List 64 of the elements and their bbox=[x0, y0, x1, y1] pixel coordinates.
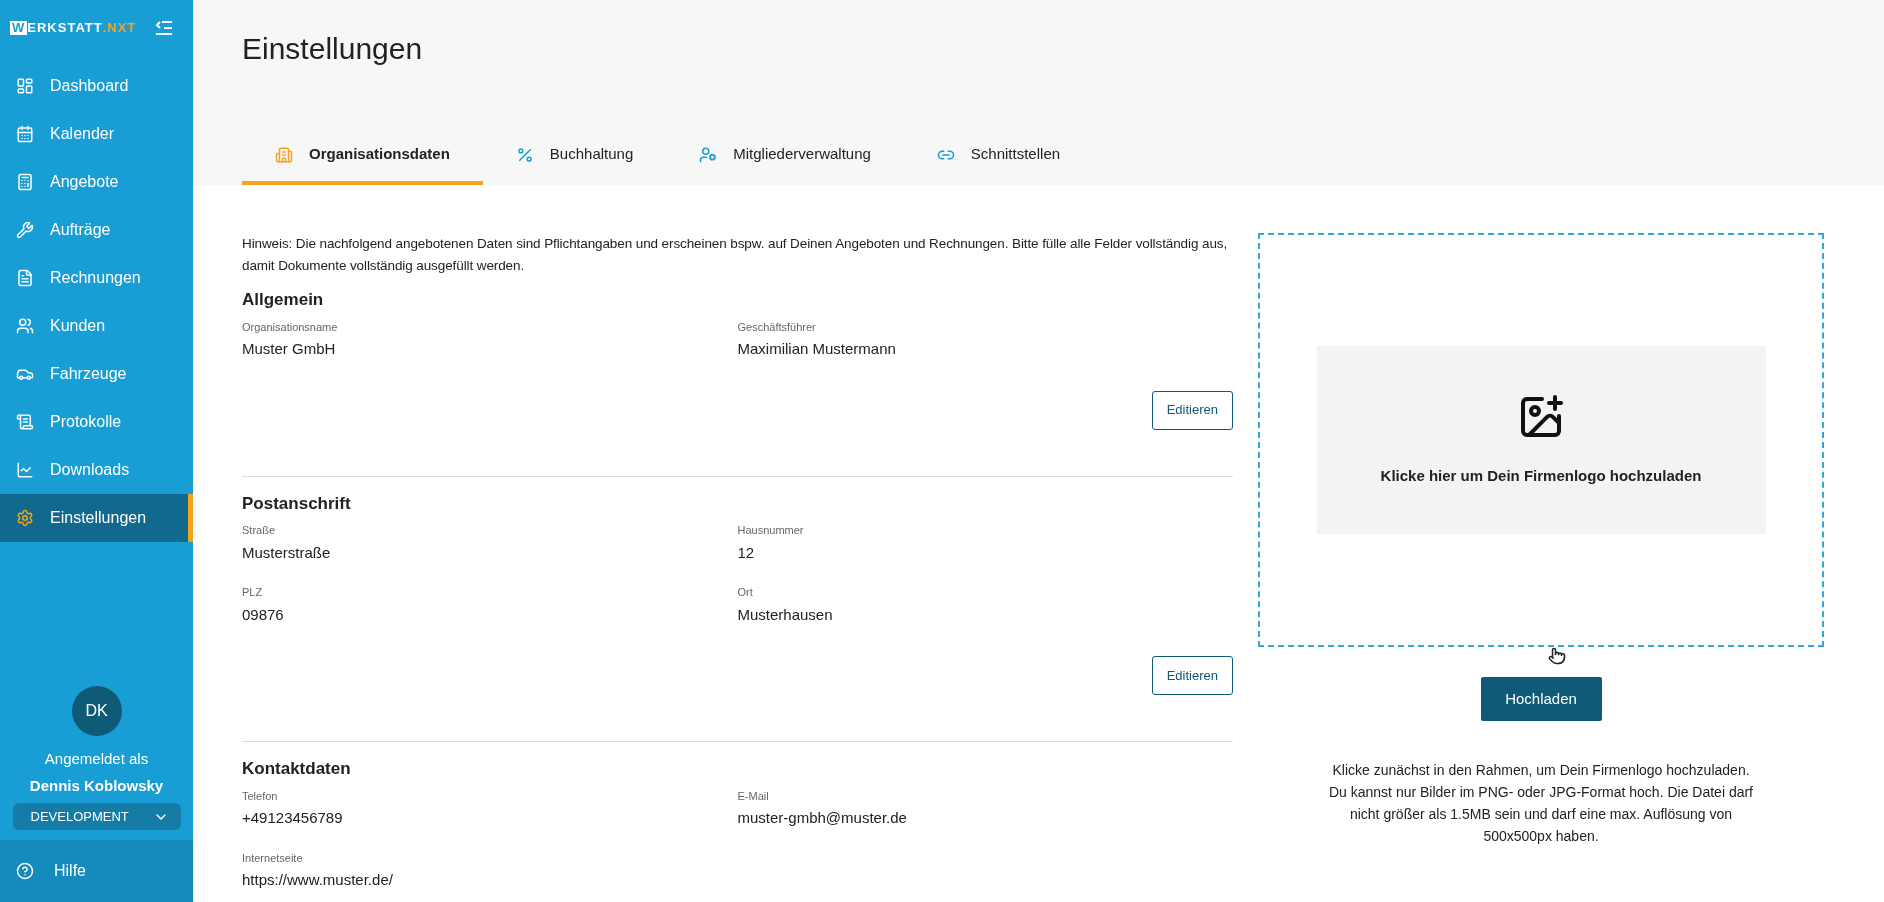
settings-icon bbox=[16, 509, 34, 527]
sidebar-item[interactable]: Fahrzeuge bbox=[0, 350, 193, 398]
tab[interactable]: Organisationsdaten bbox=[242, 128, 483, 185]
sidebar-item[interactable]: Dashboard bbox=[0, 62, 193, 110]
field-value: 12 bbox=[737, 542, 756, 563]
scroll-icon bbox=[16, 413, 34, 431]
upload-info-text: Klicke zunächst in den Rahmen, um Dein Firmenlogo hochzuladen. Du kannst nur Bilder im PNG- oder JPG-Format hoch. Die Datei darf nicht größer als 1.5MB sein und darf eine max. Auflösung von 500x500px haben. bbox=[1327, 761, 1754, 846]
field-label: Straße bbox=[242, 523, 276, 538]
field-value: +49123456789 bbox=[242, 808, 344, 828]
field-value: Maximilian Mustermann bbox=[737, 339, 897, 359]
dashboard-icon bbox=[16, 77, 34, 95]
sidebar-item[interactable]: Kalender bbox=[0, 110, 193, 158]
user-gear-icon bbox=[699, 145, 718, 164]
tab[interactable]: Mitgliederverwaltung bbox=[666, 128, 904, 185]
field-value: Musterstraße bbox=[242, 542, 332, 563]
sidebar-item[interactable]: Einstellungen bbox=[0, 494, 193, 542]
field-label: E-Mail bbox=[737, 788, 770, 804]
wrench-icon bbox=[16, 221, 34, 239]
collapse-menu-icon[interactable] bbox=[155, 20, 173, 36]
edit-button[interactable]: Editieren bbox=[1151, 656, 1233, 695]
field-label: Geschäftsführer bbox=[737, 319, 817, 335]
field-value: muster-gmbh@muster.de bbox=[737, 808, 908, 828]
users-icon bbox=[16, 317, 34, 335]
sidebar-item[interactable]: Rechnungen bbox=[0, 254, 193, 302]
calendar-icon bbox=[16, 125, 34, 143]
sidebar-item[interactable]: Angebote bbox=[0, 158, 193, 206]
field-label: Hausnummer bbox=[737, 523, 805, 538]
line-chart-icon bbox=[16, 461, 34, 479]
field-value: 09876 bbox=[242, 604, 285, 625]
tab[interactable]: Buchhaltung bbox=[482, 128, 667, 185]
hand-cursor-icon bbox=[1548, 647, 1566, 665]
field-label: PLZ bbox=[242, 585, 264, 600]
section-title: Postanschrift bbox=[242, 492, 352, 515]
notice-text: Hinweis: Die nachfolgend angebotenen Daten sind Pflichtangaben und erscheinen bspw. auf Deinen Angeboten und Rechnungen. Bitte fülle alle Felder vollständig aus, damit Dokumente vollständig ausgefüllt werden. bbox=[242, 235, 1229, 275]
field-label: Organisationsname bbox=[242, 319, 339, 335]
upload-button[interactable]: Hochladen bbox=[1480, 677, 1602, 721]
section-title: Kontaktdaten bbox=[242, 758, 352, 780]
page-title: Einstellungen bbox=[242, 31, 424, 67]
building-icon bbox=[275, 145, 293, 164]
field-value: https://www.muster.de/ bbox=[242, 870, 394, 890]
upload-area[interactable]: Klicke hier um Dein Firmenlogo hochzuladen bbox=[1316, 346, 1766, 534]
field-label: Ort bbox=[737, 585, 754, 600]
user-name: Dennis Koblowsky bbox=[29, 775, 164, 796]
field-label: Telefon bbox=[242, 788, 279, 804]
help-item[interactable]: Hilfe bbox=[0, 840, 193, 902]
sidebar-item[interactable]: Aufträge bbox=[0, 206, 193, 254]
section-title: Allgemein bbox=[242, 289, 325, 311]
environment-dropdown[interactable]: DEVELOPMENT bbox=[12, 803, 181, 830]
percent-icon bbox=[515, 145, 534, 164]
field-value: Muster GmbH bbox=[242, 339, 337, 359]
sidebar-item[interactable]: Protokolle bbox=[0, 398, 193, 446]
logged-in-caption: Angemeldet als bbox=[44, 749, 149, 769]
document-icon bbox=[16, 269, 34, 287]
user-avatar: DK bbox=[71, 686, 122, 736]
field-label: Internetseite bbox=[242, 850, 304, 866]
help-icon bbox=[16, 862, 34, 880]
upload-dropzone[interactable]: Klicke hier um Dein Firmenlogo hochzuladen bbox=[1258, 233, 1824, 647]
sidebar-item[interactable]: Kunden bbox=[0, 302, 193, 350]
sidebar-item[interactable]: Downloads bbox=[0, 446, 193, 494]
calculator-icon bbox=[16, 173, 34, 191]
edit-button[interactable]: Editieren bbox=[1151, 390, 1233, 430]
logo: W ERKSTATT.NXT bbox=[10, 19, 137, 38]
tab[interactable]: Schnittstellen bbox=[903, 128, 1094, 185]
field-value: Musterhausen bbox=[737, 604, 834, 625]
